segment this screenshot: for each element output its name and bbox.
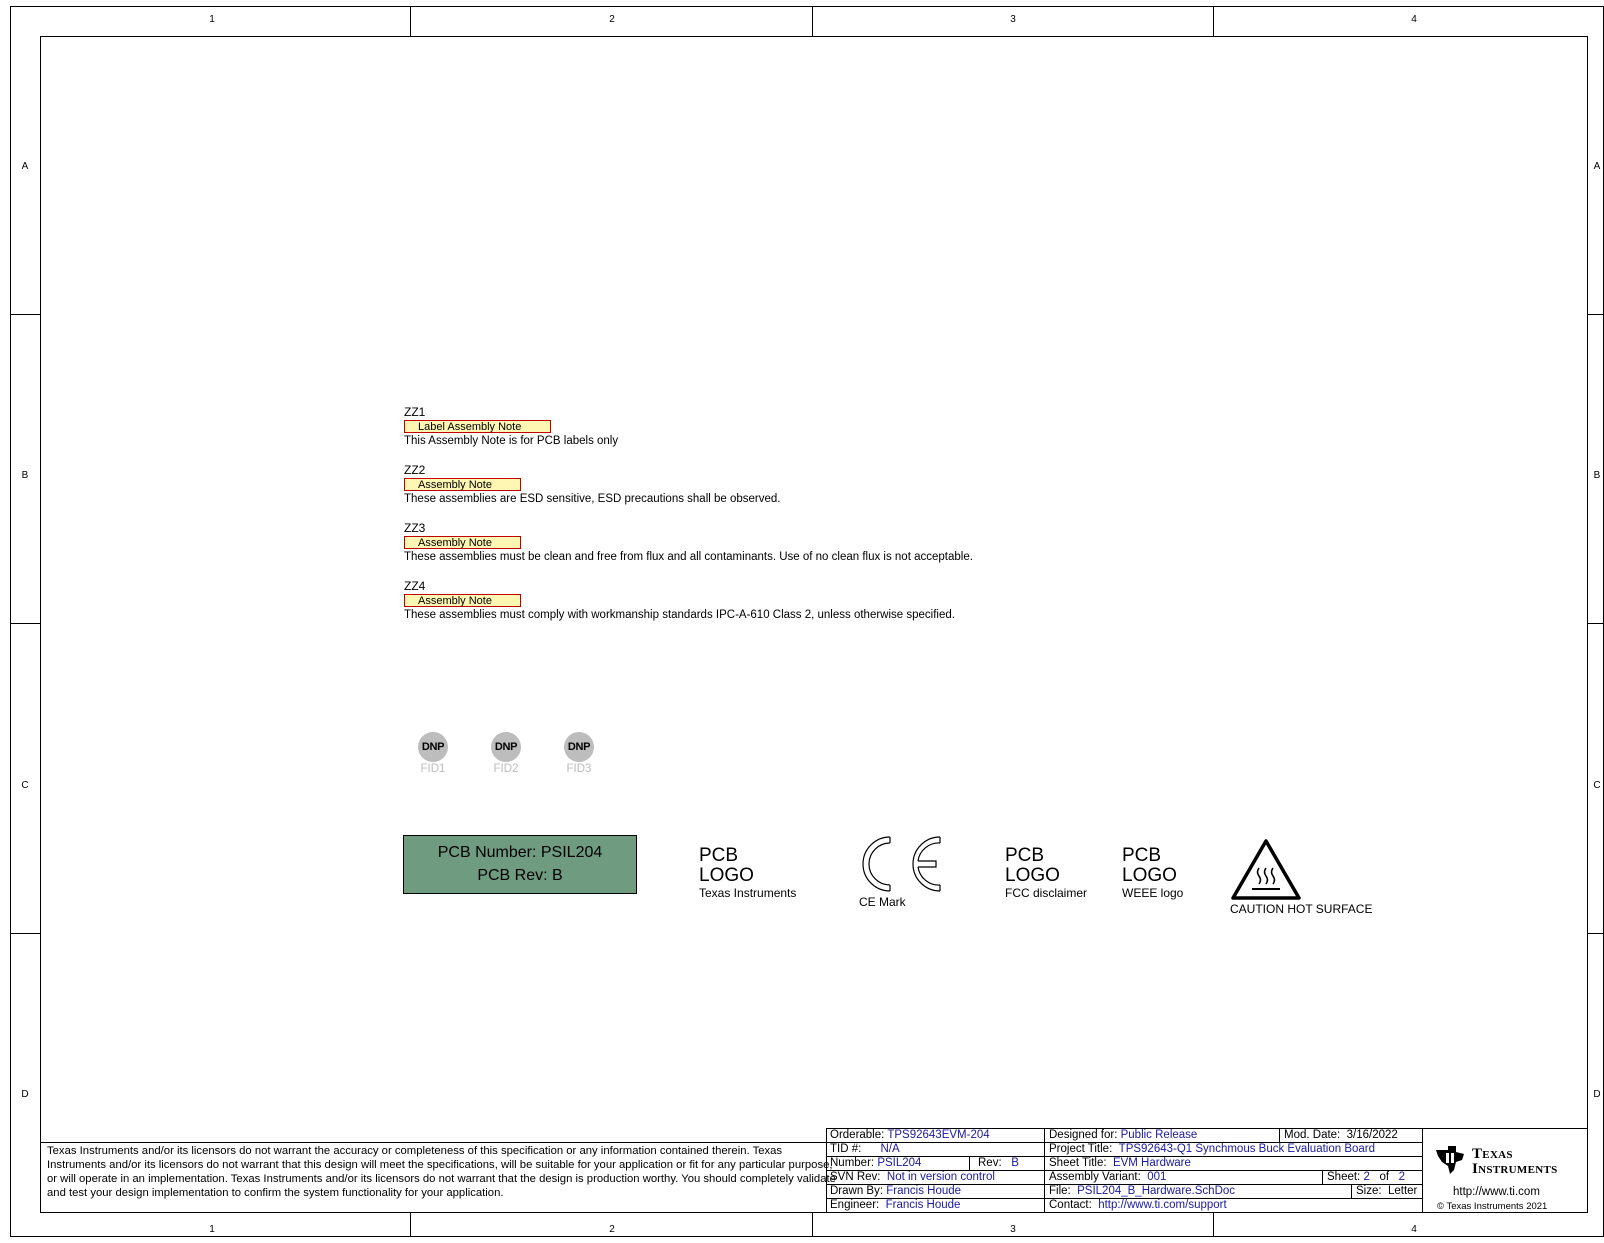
note-tag: Label Assembly Note (404, 420, 551, 433)
note-tag: Assembly Note (404, 536, 521, 549)
zone-col-label: 4 (1411, 14, 1417, 25)
fiducial-label: FID1 (420, 763, 446, 775)
zone-divider (10, 623, 40, 624)
tb-number: Number: PSIL204 (830, 1157, 922, 1169)
tb-project-title: Project Title: TPS92643-Q1 Synchmous Buc… (1049, 1143, 1376, 1155)
tb-file: File: PSIL204_B_Hardware.SchDoc (1049, 1185, 1236, 1197)
zone-divider (1213, 6, 1214, 36)
zone-divider (812, 6, 813, 36)
logo-line: LOGO (699, 865, 754, 886)
tb-sheet-title: Sheet Title: EVM Hardware (1049, 1157, 1191, 1169)
zone-divider (410, 1213, 411, 1237)
tb-assembly-variant: Assembly Variant: 001 (1049, 1171, 1167, 1183)
note-text: These assemblies must comply with workma… (404, 609, 955, 621)
pcb-number: PCB Number: PSIL204 (437, 844, 603, 861)
zone-row-label: B (1593, 470, 1601, 481)
zone-col-label: 1 (209, 14, 215, 25)
title-block-divider (1322, 1170, 1323, 1184)
ce-caption: CE Mark (859, 895, 906, 909)
drawing-frame-inner (40, 36, 1588, 1213)
zone-row-label: C (21, 780, 29, 791)
zone-col-label: 3 (1010, 14, 1016, 25)
ti-brand-line2: Instruments (1472, 1161, 1558, 1177)
ti-copyright: © Texas Instruments 2021 (1437, 1201, 1548, 1212)
tb-engineer: Engineer: Francis Houde (830, 1199, 961, 1211)
zone-divider (1213, 1213, 1214, 1237)
zone-col-label: 2 (609, 14, 615, 25)
zone-col-label: 4 (1411, 1224, 1417, 1235)
tb-orderable: Orderable: TPS92643EVM-204 (830, 1129, 990, 1141)
pcb-logo-weee: PCB LOGO WEEE logo (1122, 845, 1184, 901)
note-tag: Assembly Note (404, 594, 521, 607)
zone-row-label: C (1593, 780, 1601, 791)
logo-line: PCB (1005, 845, 1045, 866)
note-ref: ZZ1 (404, 405, 426, 419)
fiducial-marker: DNP (491, 732, 521, 762)
tb-mod-date: Mod. Date: 3/16/2022 (1284, 1129, 1398, 1141)
fiducial-marker: DNP (564, 732, 594, 762)
pcb-rev: PCB Rev: B (477, 867, 563, 884)
tb-size: Size: Letter (1356, 1185, 1418, 1197)
title-block-divider (1279, 1128, 1280, 1142)
zone-divider (1588, 623, 1604, 624)
zone-col-label: 3 (1010, 1224, 1016, 1235)
logo-line: LOGO (1005, 865, 1060, 886)
note-tag: Assembly Note (404, 478, 521, 491)
pcb-logo-ti: PCB LOGO Texas Instruments (699, 845, 797, 901)
hot-surface-warning-icon (1231, 839, 1301, 900)
tb-contact: Contact: http://www.ti.com/support (1049, 1199, 1227, 1211)
fiducial-label: FID2 (493, 763, 519, 775)
pcb-logo-fcc: PCB LOGO FCC disclaimer (1005, 845, 1088, 901)
zone-row-label: A (1593, 161, 1601, 172)
logo-caption: Texas Instruments (699, 886, 797, 900)
zone-row-label: A (21, 161, 29, 172)
tb-rev: Rev: B (978, 1157, 1019, 1169)
note-text: This Assembly Note is for PCB labels onl… (404, 435, 619, 447)
disclaimer-border (40, 1142, 826, 1143)
title-block-divider (1422, 1128, 1423, 1213)
logo-caption: WEEE logo (1122, 886, 1184, 900)
zone-divider (10, 933, 40, 934)
ti-logo-icon (1436, 1146, 1464, 1174)
ce-mark: CE Mark (856, 833, 946, 909)
zone-divider (1588, 933, 1604, 934)
note-ref: ZZ4 (404, 579, 426, 593)
fiducial-label: FID3 (566, 763, 592, 775)
title-block-divider (1351, 1184, 1352, 1198)
zone-row-label: B (21, 470, 29, 481)
ti-brand: Texas Instruments (1434, 1142, 1584, 1182)
pcb-label-box: PCB Number: PSIL204 PCB Rev: B (403, 835, 637, 894)
zone-divider (1588, 314, 1604, 315)
fiducial-marker: DNP (418, 732, 448, 762)
disclaimer-text: Texas Instruments and/or its licensors d… (47, 1145, 836, 1199)
logo-line: LOGO (1122, 865, 1177, 886)
ce-mark-icon (862, 836, 941, 892)
logo-line: PCB (1122, 845, 1162, 866)
tb-svn: SVN Rev: Not in version control (830, 1171, 995, 1183)
tb-tid: TID #: N/A (830, 1143, 900, 1155)
zone-row-label: D (21, 1089, 29, 1100)
tb-drawn: Drawn By: Francis Houde (830, 1185, 962, 1197)
title-block-divider (969, 1156, 970, 1170)
note-text: These assemblies must be clean and free … (404, 551, 973, 563)
zone-divider (410, 6, 411, 36)
zone-col-label: 1 (209, 1224, 215, 1235)
zone-divider (10, 314, 40, 315)
zone-row-label: D (1593, 1089, 1601, 1100)
logo-line: PCB (699, 845, 739, 866)
zone-col-label: 2 (609, 1224, 615, 1235)
zone-divider (812, 1213, 813, 1237)
hot-surface-caption: CAUTION HOT SURFACE (1230, 902, 1373, 916)
note-text: These assemblies are ESD sensitive, ESD … (404, 493, 781, 505)
ti-url: http://www.ti.com (1453, 1186, 1540, 1198)
note-ref: ZZ3 (404, 521, 426, 535)
tb-sheet: Sheet: 2 of 2 (1327, 1171, 1406, 1183)
hot-surface-warning: CAUTION HOT SURFACE (1230, 838, 1372, 916)
note-ref: ZZ2 (404, 463, 426, 477)
tb-designed-for: Designed for: Public Release (1049, 1129, 1198, 1141)
title-block-border (1422, 1128, 1588, 1129)
logo-caption: FCC disclaimer (1005, 886, 1088, 900)
